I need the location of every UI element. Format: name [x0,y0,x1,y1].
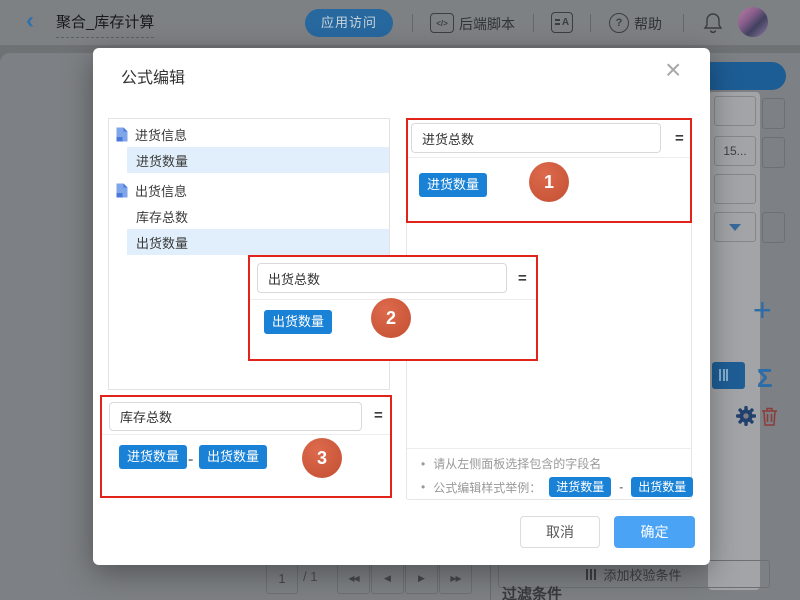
cancel-button[interactable]: 取消 [520,516,600,548]
tree-item-label: 进货信息 [135,125,187,144]
background-select[interactable] [714,212,756,242]
document-icon [115,183,129,198]
background-summary-button[interactable] [712,362,745,389]
divider [407,448,691,449]
field-tag[interactable]: 进货数量 [419,173,487,197]
confirm-button[interactable]: 确定 [614,516,695,548]
code-icon[interactable]: </> [430,13,454,33]
formula-edit-dialog: 公式编辑 × 进货信息 进货数量 出货信息 库存 [93,48,710,565]
next-page-button[interactable]: ▶ [405,562,438,594]
bell-icon[interactable] [702,11,724,34]
minus-operator: - [188,451,193,469]
page-total: / 1 [303,569,317,584]
background-field[interactable]: 15... [714,136,756,166]
last-page-button[interactable]: ▶▶ [439,562,472,594]
screen: ‹ 聚合_库存计算 应用访问 </> 后端脚本 A ? 帮助 15... [0,0,800,600]
field-tag[interactable]: 进货数量 [119,445,187,469]
divider [533,14,534,32]
step-badge-1: 1 [529,162,569,202]
document-icon [115,127,129,142]
formula-card-3: 库存总数 = 进货数量 - 出货数量 [100,395,392,498]
example-field-tag: 出货数量 [631,477,693,497]
hint-line-1: • 请从左侧面板选择包含的字段名 [421,455,601,472]
field-name-input-3[interactable]: 库存总数 [109,402,362,431]
background-dropdown-panel: 15... [708,92,760,590]
back-icon[interactable]: ‹ [26,6,34,36]
equals-sign: = [675,130,684,147]
summary-bars-icon [719,369,728,381]
hint-text: 公式编辑样式举例： [433,479,541,496]
avatar[interactable] [738,7,768,37]
hint-text: 请从左侧面板选择包含的字段名 [433,455,601,472]
field-tag[interactable]: 出货数量 [264,310,332,334]
equals-sign: = [374,407,383,424]
tree-item-label: 库存总数 [136,207,188,226]
plus-icon[interactable]: + [753,292,772,329]
tree-item-outgoing-qty[interactable]: 出货数量 [109,229,389,255]
validation-list-icon [586,569,596,580]
equals-sign: = [518,270,527,287]
tree-item-incoming-qty[interactable]: 进货数量 [109,147,389,173]
tree-item-label: 出货信息 [135,181,187,200]
app-access-button[interactable]: 应用访问 [305,9,393,37]
help-button[interactable]: 帮助 [634,14,662,34]
background-field[interactable] [762,212,785,243]
page-number-input[interactable]: 1 [266,562,298,594]
bullet: • [421,457,425,471]
step-badge-3: 3 [302,438,342,478]
prev-page-button[interactable]: ◀ [371,562,404,594]
tree-item-label: 出货数量 [136,233,188,252]
minus-operator: - [619,480,623,494]
close-icon[interactable]: × [665,56,681,84]
background-field[interactable] [762,98,785,129]
field-tag[interactable]: 出货数量 [199,445,267,469]
dropdown-caret-icon [729,224,741,231]
first-page-button[interactable]: ◀◀ [337,562,370,594]
step-badge-2: 2 [371,298,411,338]
background-field[interactable] [714,174,756,204]
bullet: • [421,480,425,494]
page-title: 聚合_库存计算 [56,11,154,38]
hint-line-2: • 公式编辑样式举例： 进货数量 - 出货数量 [421,477,693,497]
example-field-tag: 进货数量 [549,477,611,497]
tree-group-outgoing[interactable]: 出货信息 [109,177,389,203]
background-field[interactable] [714,96,756,126]
gear-icon[interactable] [735,405,757,427]
divider [412,14,413,32]
add-validation-label: 添加校验条件 [603,565,681,584]
trash-icon[interactable] [760,406,779,427]
help-icon[interactable]: ? [609,13,629,33]
divider [683,14,684,32]
field-name-input-1[interactable]: 进货总数 [411,123,661,153]
divider [407,157,691,158]
divider [102,434,390,435]
language-icon-bars [555,19,560,27]
divider [590,14,591,32]
background-field[interactable] [762,137,785,168]
tree-group-incoming[interactable]: 进货信息 [109,121,389,147]
backend-script-button[interactable]: 后端脚本 [459,14,515,34]
tree-item-stock-total[interactable]: 库存总数 [109,203,389,229]
tree-item-label: 进货数量 [136,151,188,170]
dialog-title: 公式编辑 [121,64,185,88]
filter-section-title: 过滤条件 [502,583,562,600]
language-icon[interactable]: A [551,12,573,33]
sigma-icon[interactable]: Σ [757,363,773,394]
field-name-input-2[interactable]: 出货总数 [257,263,507,293]
language-icon-letter: A [562,17,569,28]
app-bar: ‹ 聚合_库存计算 应用访问 </> 后端脚本 A ? 帮助 [0,0,800,45]
